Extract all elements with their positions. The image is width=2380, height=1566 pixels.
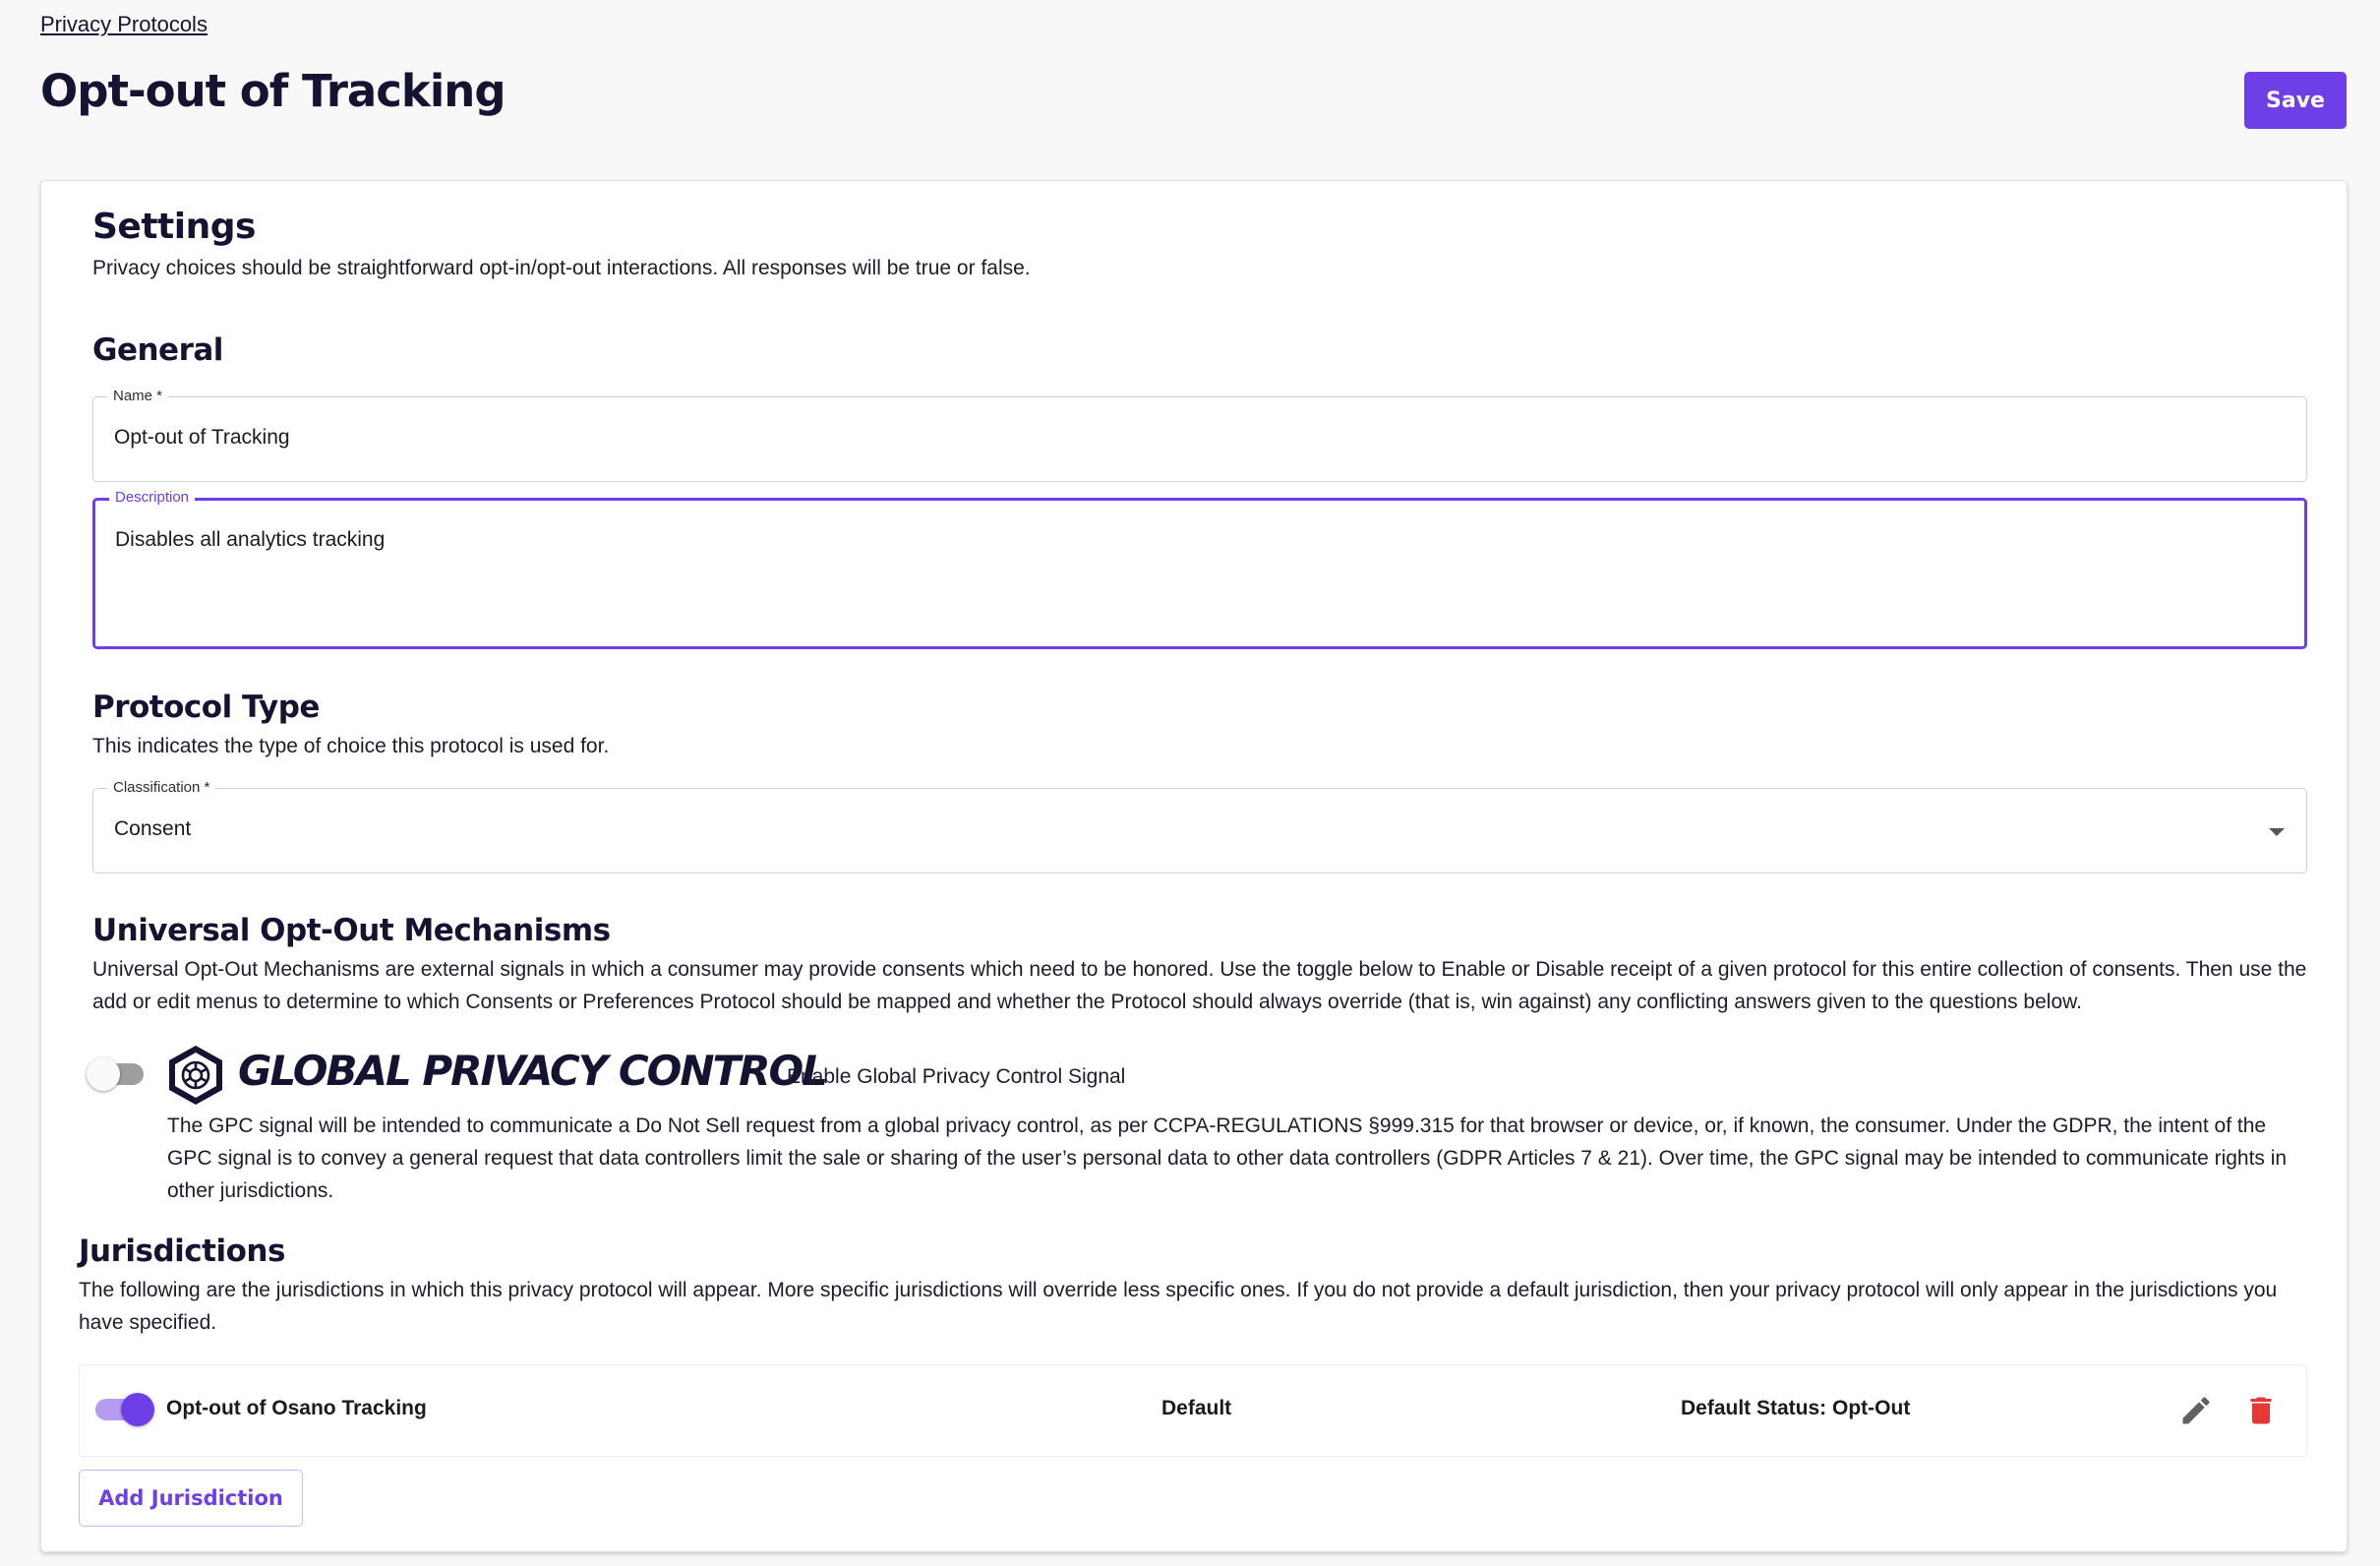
jurisdictions-description: The following are the jurisdictions in w… [79,1279,2278,1334]
jurisdiction-row: Opt-out of Osano Tracking Default Defaul… [79,1364,2307,1457]
classification-value: Consent [114,817,192,840]
name-field-label: Name * [107,387,169,406]
classification-label: Classification * [107,778,216,798]
settings-card: Settings Privacy choices should be strai… [40,180,2348,1552]
uom-title: Universal Opt-Out Mechanisms [92,913,611,948]
jurisdiction-toggle-thumb [121,1393,154,1426]
uom-description: Universal Opt-Out Mechanisms are externa… [92,958,2307,1013]
settings-title: Settings [92,207,256,247]
settings-description: Privacy choices should be straightforwar… [92,257,1031,279]
caret-down-icon[interactable] [2269,828,2285,836]
breadcrumb-privacy-protocols[interactable]: Privacy Protocols [40,12,208,37]
gpc-logo-icon [169,1046,222,1105]
jurisdiction-status: Default Status: Opt-Out [1681,1397,1911,1419]
jurisdiction-name: Opt-out of Osano Tracking [166,1397,427,1419]
name-field-value[interactable]: Opt-out of Tracking [114,426,290,450]
jurisdictions-title: Jurisdictions [79,1234,285,1269]
save-button[interactable]: Save [2244,72,2347,129]
jurisdiction-type: Default [1161,1397,1232,1419]
protocol-type-description: This indicates the type of choice this p… [92,735,610,757]
gpc-description: The GPC signal will be intended to commu… [167,1114,2288,1202]
add-jurisdiction-button[interactable]: Add Jurisdiction [79,1470,303,1527]
classification-select[interactable]: Classification * Consent [92,778,2307,873]
description-field[interactable]: Description Disables all analytics track… [92,488,2307,649]
trash-icon[interactable] [2243,1393,2279,1428]
description-field-label: Description [109,488,196,508]
gpc-toggle-label: Enable Global Privacy Control Signal [787,1065,1126,1088]
gpc-logo-text: GLOBAL PRIVACY CONTROL [238,1047,828,1095]
protocol-type-title: Protocol Type [92,690,320,725]
gpc-toggle-thumb [87,1057,120,1091]
description-field-value[interactable]: Disables all analytics tracking [115,528,385,552]
general-title: General [92,332,223,368]
page-title: Opt-out of Tracking [40,65,506,117]
name-field[interactable]: Name * Opt-out of Tracking [92,387,2307,482]
pencil-icon[interactable] [2178,1393,2214,1428]
